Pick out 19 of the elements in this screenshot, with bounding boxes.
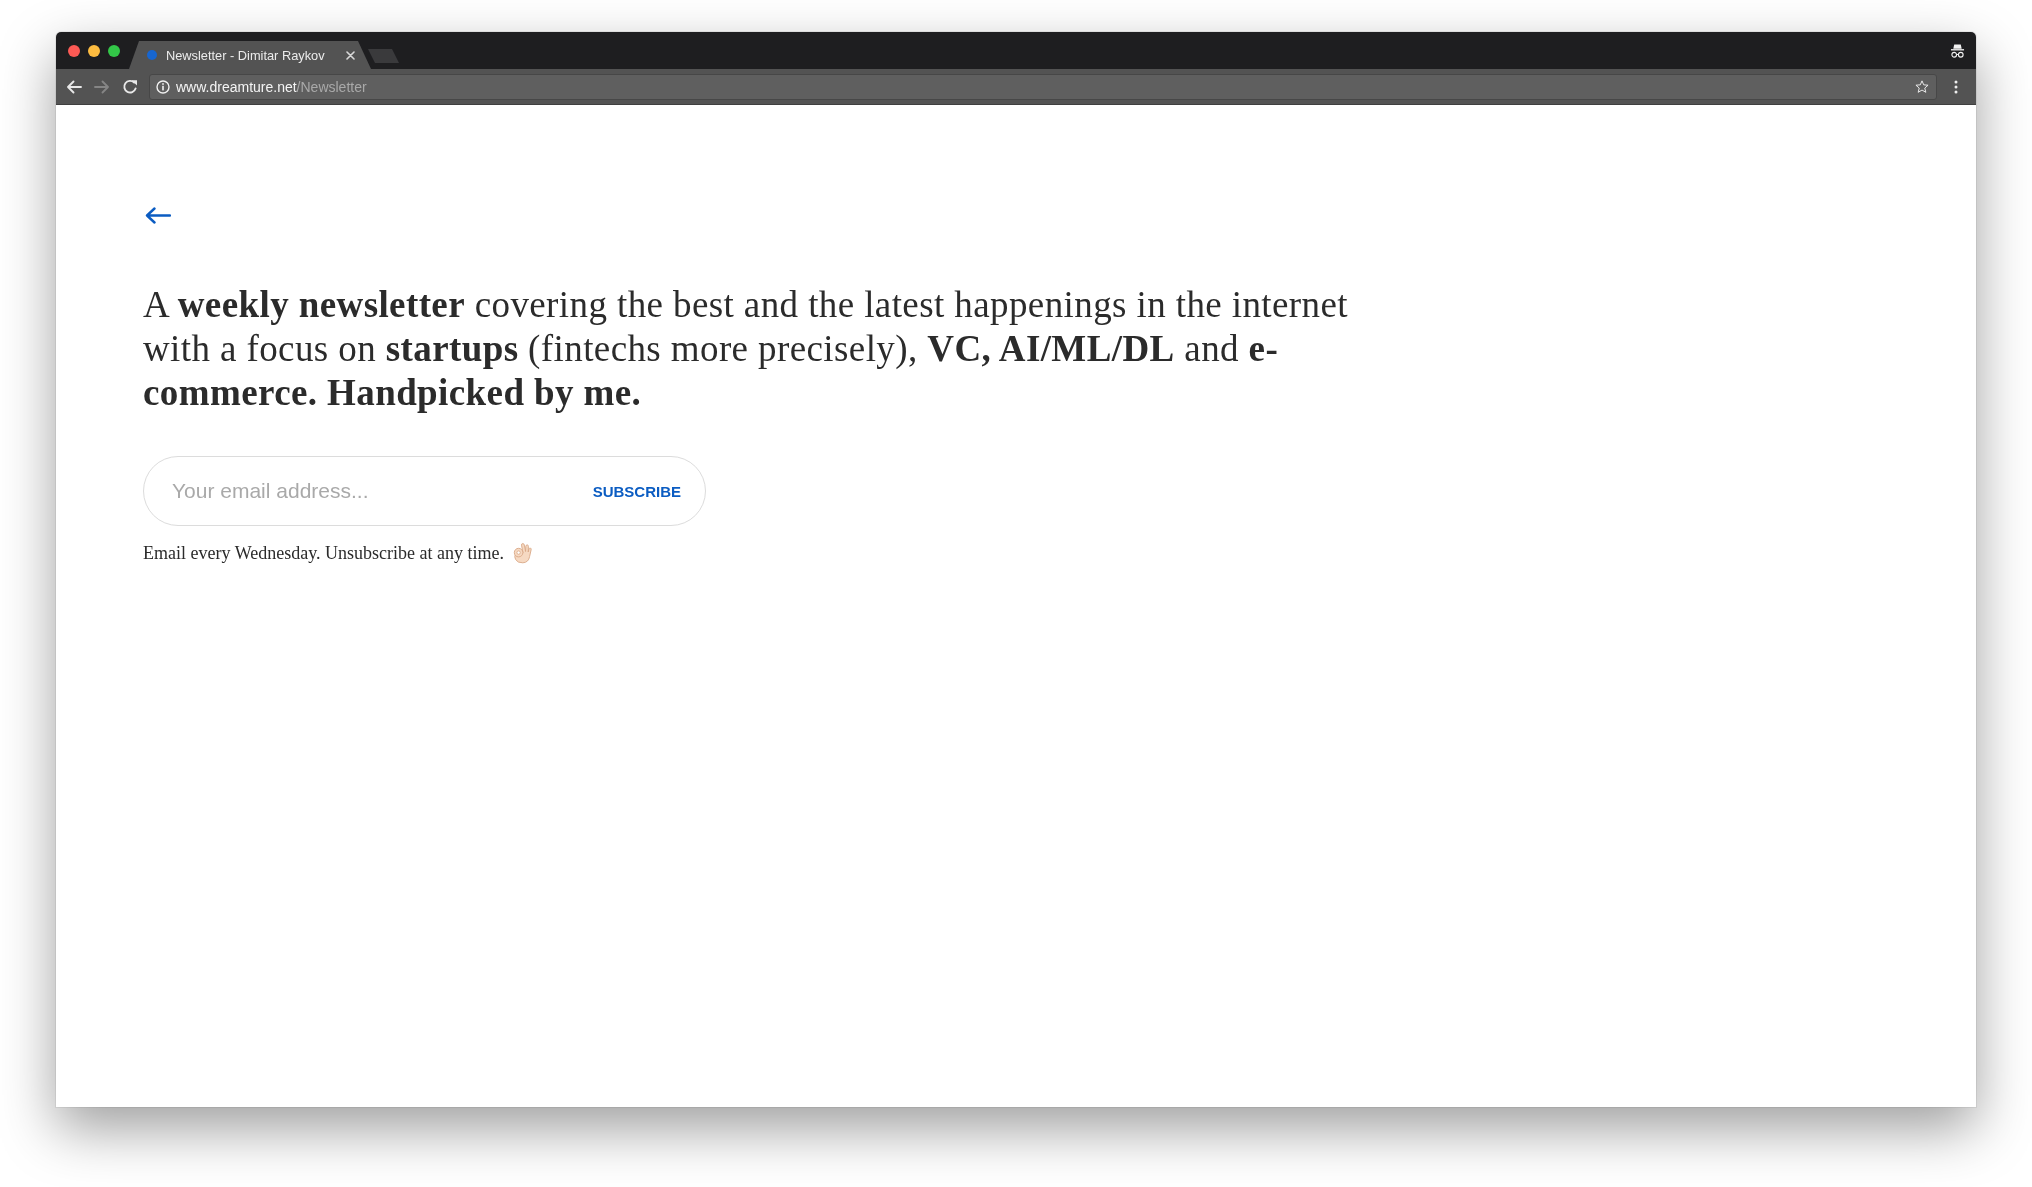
- star-icon[interactable]: [1915, 80, 1929, 93]
- ok-hand-icon: [511, 542, 532, 564]
- note-text: Email every Wednesday. Unsubscribe at any time.: [143, 542, 504, 565]
- email-field[interactable]: Your email address... SUBSCRIBE: [143, 456, 706, 526]
- info-icon[interactable]: [156, 79, 170, 94]
- favicon-dot-icon: [147, 50, 157, 60]
- back-arrow-icon[interactable]: [145, 207, 171, 224]
- address-field[interactable]: www.dreamture.net/Newsletter: [149, 73, 1937, 100]
- window-minimize-icon[interactable]: [88, 44, 100, 57]
- browser-tab[interactable]: Newsletter - Dimitar Raykov: [129, 41, 371, 69]
- subscribe-button[interactable]: SUBSCRIBE: [576, 457, 705, 525]
- back-arrow-icon[interactable]: [66, 78, 82, 95]
- close-icon[interactable]: [346, 50, 355, 60]
- reload-icon[interactable]: [122, 78, 138, 95]
- intro-text: A weekly newsletter covering the best and the latest happenings in the internet with a focus on startups (fintechs more precisely), VC, AI/ML/DL and e-commerce. Handpicked by me.: [143, 283, 1349, 415]
- hat-glasses-icon[interactable]: [1950, 43, 1965, 58]
- window-maximize-icon[interactable]: [108, 44, 120, 57]
- window-close-icon[interactable]: [68, 44, 80, 57]
- menu-icon[interactable]: [1954, 79, 1958, 94]
